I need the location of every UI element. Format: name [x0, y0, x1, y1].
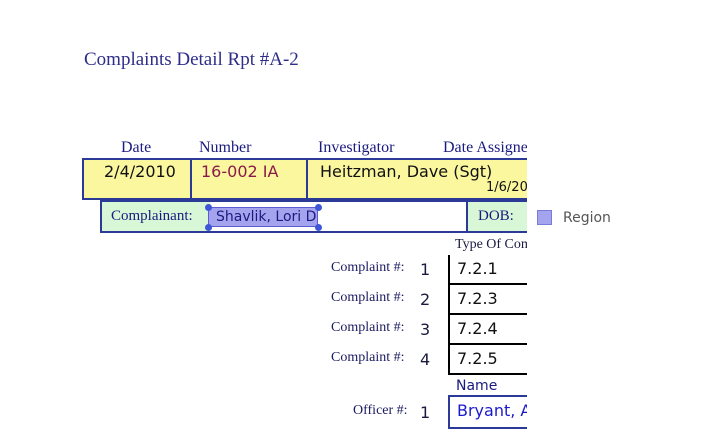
complaint-code-cell[interactable]: 7.2.4 — [448, 315, 527, 345]
complainant-label: Complainant: — [111, 208, 193, 224]
complaint-label: Complaint #: — [331, 320, 405, 335]
record-assigned-date[interactable]: 1/6/2010 — [486, 180, 527, 195]
header-investigator: Investigator — [318, 139, 395, 156]
officer-label: Officer #: — [353, 403, 408, 418]
legend-swatch — [537, 210, 552, 225]
complaint-label: Complaint #: — [331, 350, 405, 365]
officer-name-cell[interactable]: Bryant, A — [448, 397, 527, 429]
resize-handle-top-right[interactable] — [315, 204, 322, 211]
complaint-number: 3 — [420, 320, 431, 339]
cell-divider — [306, 160, 308, 198]
header-date: Date — [121, 139, 152, 156]
record-number[interactable]: 16-002 IA — [201, 162, 278, 181]
complainant-name-field[interactable]: Shavlik, Lori D — [208, 207, 318, 227]
header-number: Number — [199, 139, 252, 156]
complaint-number: 1 — [420, 260, 431, 279]
dob-label-cell: DOB: — [466, 202, 527, 231]
complaint-code: 7.2.3 — [457, 289, 498, 308]
complaint-label: Complaint #: — [331, 260, 405, 275]
complaint-code-cell[interactable]: 7.2.5 — [448, 345, 527, 375]
complaint-label: Complaint #: — [331, 290, 405, 305]
cell-divider — [190, 160, 192, 198]
record-date[interactable]: 2/4/2010 — [104, 162, 176, 181]
complaint-number: 4 — [420, 350, 431, 369]
complaint-code: 7.2.5 — [457, 349, 498, 368]
dob-label: DOB: — [478, 208, 514, 224]
complaint-number: 2 — [420, 290, 431, 309]
resize-handle-bottom-left[interactable] — [205, 224, 212, 231]
complainant-name-value: Shavlik, Lori D — [216, 209, 317, 225]
header-date-assigned: Date Assigned — [443, 139, 527, 156]
legend-label-region: Region — [563, 210, 611, 226]
resize-handle-top-left[interactable] — [205, 204, 212, 211]
record-investigator[interactable]: Heitzman, Dave (Sgt) — [320, 162, 492, 181]
officer-number: 1 — [420, 403, 431, 422]
complaint-code: 7.2.1 — [457, 259, 498, 278]
report-canvas: Date Number Investigator Date Assigned 2… — [0, 0, 527, 435]
complaint-code-cell[interactable]: 7.2.3 — [448, 285, 527, 315]
complaint-code: 7.2.4 — [457, 319, 498, 338]
complaint-code-cell[interactable]: 7.2.1 — [448, 255, 527, 285]
resize-handle-bottom-right[interactable] — [315, 224, 322, 231]
officer-name: Bryant, A — [457, 401, 527, 420]
officer-name-header: Name — [456, 378, 498, 394]
record-row[interactable]: 2/4/2010 16-002 IA Heitzman, Dave (Sgt) … — [82, 158, 527, 200]
type-of-complaint-header: Type Of Complaint — [455, 237, 527, 252]
